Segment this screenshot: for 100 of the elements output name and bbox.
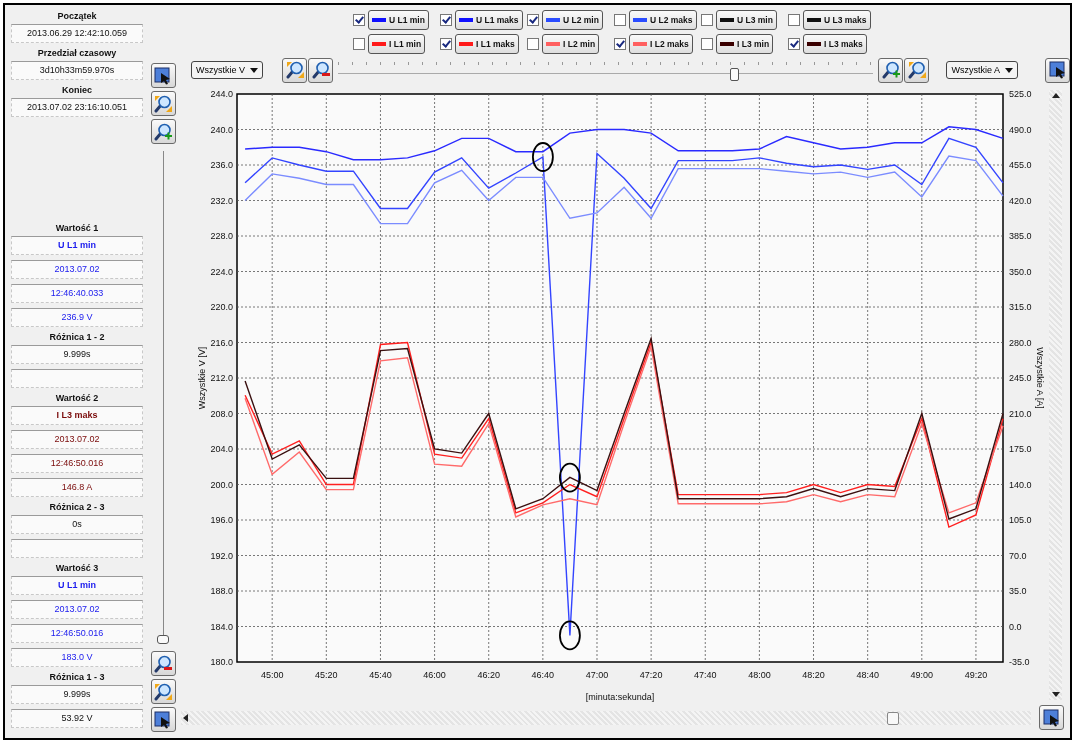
series-toggle-button[interactable]: U L1 maks: [455, 10, 523, 30]
value-field: 2013.07.02 23:16:10.051: [11, 98, 143, 117]
checkbox[interactable]: [788, 38, 800, 50]
series-toggle-button[interactable]: I L2 maks: [629, 34, 693, 54]
axis-tick-label: 244.0: [210, 89, 233, 99]
series-toggle-button[interactable]: U L2 min: [542, 10, 603, 30]
series-toggle-button[interactable]: U L3 maks: [803, 10, 871, 30]
axis-tick-label: 220.0: [210, 302, 233, 312]
checkbox[interactable]: [440, 38, 452, 50]
axis-tick-label: 210.0: [1009, 408, 1032, 419]
cursor-marker: [559, 462, 581, 493]
vertical-scrollbar[interactable]: [1049, 90, 1062, 700]
series-toggle-button[interactable]: I L2 min: [542, 34, 600, 54]
magnifier-icon: [154, 94, 172, 113]
select-button[interactable]: [150, 63, 176, 88]
axis-tick-label: 236.0: [210, 160, 233, 170]
slider-thumb[interactable]: [157, 635, 169, 644]
zoom-in-button[interactable]: [878, 57, 904, 83]
axis-tick-label: 48:20: [802, 670, 825, 680]
axis-tick-label: 490.0: [1009, 124, 1032, 135]
axis-tick-label: 175.0: [1009, 444, 1032, 454]
cursor-icon: [1042, 708, 1061, 727]
value-field: 2013.07.02: [11, 260, 143, 279]
checkbox[interactable]: [614, 38, 626, 50]
axis-tick-label: 140.0: [1009, 479, 1032, 490]
zoom-button[interactable]: [904, 57, 930, 83]
magnifier-icon: [154, 122, 172, 141]
value-field: 53.92 V: [11, 709, 143, 728]
axis-tick-label: 45:40: [369, 670, 392, 680]
axis-tick-label: 212.0: [210, 373, 233, 383]
axis-title: Wszystkie A [A]: [1035, 347, 1045, 409]
axis-tick-label: 240.0: [210, 124, 233, 135]
checkbox[interactable]: [440, 14, 452, 26]
series-toggle-button[interactable]: I L1 maks: [455, 34, 519, 54]
cursor-icon: [154, 710, 172, 729]
value-field: 0s: [11, 515, 143, 534]
horizontal-scrollbar[interactable]: [181, 710, 1031, 725]
axis-tick-label: 192.0: [210, 550, 233, 561]
axis-dropdown[interactable]: Wszystkie A: [946, 61, 1018, 79]
magnifier-icon: [285, 61, 304, 79]
field-label: Różnica 1 - 2: [48, 331, 106, 344]
zoom-out-button[interactable]: [308, 57, 333, 83]
select-button[interactable]: [150, 707, 176, 732]
zoom-button[interactable]: [150, 91, 176, 116]
scroll-left-icon: [183, 713, 188, 722]
value-field: 146.8 A: [11, 478, 143, 497]
zoom-button[interactable]: [150, 679, 176, 704]
checkbox[interactable]: [353, 38, 365, 50]
series-toggle-button[interactable]: U L1 min: [368, 10, 429, 30]
axis-tick-label: 232.0: [210, 195, 233, 206]
axis-tick-label: 0.0: [1009, 621, 1022, 632]
series-toggle-button[interactable]: I L3 min: [716, 34, 774, 54]
axis-title: Wszystkie V [V]: [197, 346, 207, 410]
series-toggle-button[interactable]: I L3 maks: [803, 34, 867, 54]
value-field: I L3 maks: [11, 406, 143, 425]
checkbox[interactable]: [527, 14, 539, 26]
value-field: 12:46:40.033: [11, 284, 143, 303]
axis-tick-label: 47:00: [585, 670, 609, 680]
checkbox[interactable]: [701, 38, 713, 50]
axis-dropdown[interactable]: Wszystkie V: [191, 61, 263, 79]
select-button[interactable]: [1039, 705, 1064, 730]
checkbox[interactable]: [527, 38, 539, 50]
scroll-up-icon: [1051, 93, 1060, 98]
select-button[interactable]: [1045, 57, 1070, 83]
checkbox[interactable]: [614, 14, 626, 26]
zoom-in-button[interactable]: [150, 119, 176, 144]
axis-tick-label: 48:00: [748, 670, 771, 680]
magnifier-icon: [154, 654, 172, 673]
axis-tick-label: 228.0: [210, 231, 233, 241]
series-toggle-button[interactable]: U L2 maks: [629, 10, 697, 30]
axis-tick-label: 315.0: [1009, 302, 1032, 312]
axis-tick-label: 46:20: [477, 670, 500, 680]
axis-tick-label: 49:00: [910, 670, 934, 680]
zoom-out-button[interactable]: [150, 651, 176, 676]
checkbox[interactable]: [701, 14, 713, 26]
scrollbar-thumb[interactable]: [886, 711, 899, 725]
axis-tick-label: 196.0: [210, 515, 233, 525]
value-field: 12:46:50.016: [11, 624, 143, 643]
zoom-button[interactable]: [282, 57, 307, 83]
field-label: Wartość 1: [54, 222, 100, 235]
axis-tick-label: 385.0: [1009, 231, 1032, 241]
axis-tick-label: 47:40: [694, 670, 717, 680]
series-toggle-button[interactable]: U L3 min: [716, 10, 777, 30]
axis-tick-label: 525.0: [1009, 89, 1032, 99]
magnifier-icon: [311, 61, 330, 79]
scroll-down-icon: [1051, 692, 1060, 697]
value-field: 9.999s: [11, 685, 143, 704]
value-field: 2013.07.02: [11, 430, 143, 449]
axis-tick-label: 46:00: [423, 670, 446, 680]
checkbox[interactable]: [788, 14, 800, 26]
axis-tick-label: 45:00: [260, 670, 284, 680]
slider-thumb[interactable]: [730, 68, 740, 81]
axis-title: [minuta:sekunda]: [585, 692, 655, 702]
axis-tick-label: 70.0: [1009, 550, 1027, 561]
series-toggle-button[interactable]: I L1 min: [368, 34, 426, 54]
field-label: Koniec: [61, 84, 93, 97]
magnifier-icon: [908, 61, 926, 79]
axis-tick-label: 105.0: [1009, 515, 1032, 525]
value-field: U L1 min: [11, 236, 143, 255]
checkbox[interactable]: [353, 14, 365, 26]
